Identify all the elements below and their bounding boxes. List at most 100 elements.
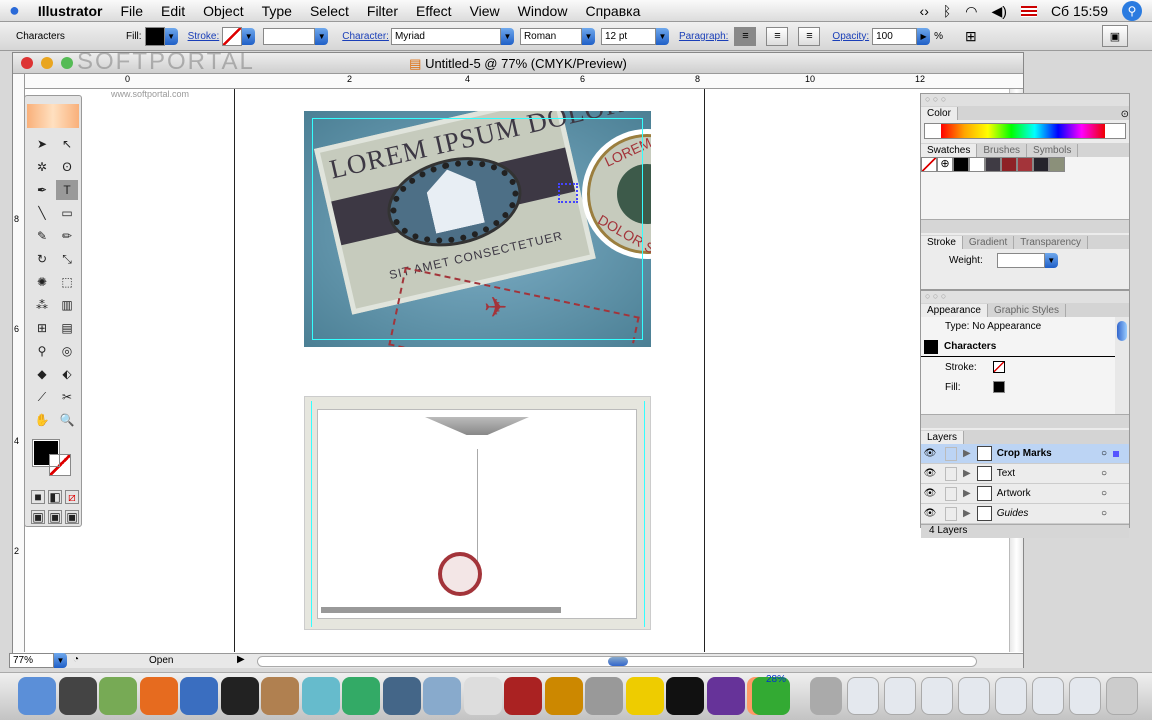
visibility-eye-icon[interactable]: 👁 — [921, 508, 939, 519]
dock-finder-icon[interactable] — [18, 677, 56, 715]
document-setup-button[interactable]: ▣ — [1102, 25, 1128, 47]
paragraph-label[interactable]: Paragraph: — [679, 31, 728, 42]
swatch[interactable] — [969, 157, 985, 172]
live-paint-tool-icon[interactable]: ◆ — [31, 364, 53, 384]
dock-dashboard-icon[interactable] — [58, 677, 97, 715]
tab-brushes[interactable]: Brushes — [977, 144, 1028, 157]
dock-media-icon[interactable] — [706, 677, 745, 715]
clock[interactable]: Сб 15:59 — [1051, 3, 1108, 19]
stroke-label[interactable]: Stroke: — [188, 31, 220, 42]
layer-row[interactable]: 👁 ▶ Artwork ○ — [921, 484, 1129, 504]
expand-triangle-icon[interactable]: ▶ — [963, 448, 971, 459]
appearance-stroke-row[interactable]: Stroke: — [921, 357, 1129, 377]
swatch-none[interactable] — [921, 157, 937, 172]
dock-terminal-icon[interactable] — [666, 677, 704, 715]
dock-apple-icon[interactable] — [585, 677, 623, 715]
lock-toggle[interactable] — [945, 446, 957, 461]
dock-ical-icon[interactable] — [463, 677, 502, 715]
layer-row[interactable]: 👁 ▶ Guides ○ — [921, 504, 1129, 524]
tab-graphic-styles[interactable]: Graphic Styles — [988, 304, 1066, 317]
dock-app-window-2-icon[interactable] — [884, 677, 916, 715]
close-button[interactable] — [21, 57, 33, 69]
dock-address-book-icon[interactable] — [261, 677, 299, 715]
menu-help[interactable]: Справка — [576, 3, 649, 19]
swatch[interactable] — [985, 157, 1001, 172]
color-spectrum[interactable] — [924, 123, 1126, 139]
dock-app-window-7-icon[interactable] — [1069, 677, 1101, 715]
layer-row[interactable]: 👁 ▶ Text ○ — [921, 464, 1129, 484]
tab-stroke[interactable]: Stroke — [921, 236, 963, 249]
scale-tool-icon[interactable]: ⤡ — [56, 249, 78, 269]
line-tool-icon[interactable]: ╲ — [31, 203, 53, 223]
status-icon[interactable]: ◔ — [73, 654, 79, 665]
tab-gradient[interactable]: Gradient — [963, 236, 1015, 249]
expand-triangle-icon[interactable]: ▶ — [963, 508, 971, 519]
dock-app-window-1-icon[interactable] — [847, 677, 879, 715]
opacity-input[interactable]: 100 — [872, 27, 918, 45]
character-label[interactable]: Character: — [342, 31, 389, 42]
menu-app[interactable]: Illustrator — [29, 3, 112, 19]
volume-icon[interactable]: ◀) — [992, 3, 1007, 20]
zoom-tool-icon[interactable]: 🔍 — [56, 410, 78, 430]
layer-row[interactable]: 👁 ▶ Crop Marks ○ — [921, 444, 1129, 464]
slice-tool-icon[interactable]: ⟋ — [31, 387, 53, 407]
stroke-weight-input[interactable] — [263, 27, 316, 45]
wifi-icon[interactable]: ◠ — [965, 3, 977, 20]
menu-object[interactable]: Object — [194, 3, 252, 19]
dock-app-window-3-icon[interactable] — [921, 677, 953, 715]
spotlight-icon[interactable]: ⚲ — [1122, 1, 1142, 21]
magic-wand-tool-icon[interactable]: ✲ — [31, 157, 53, 177]
align-left-button[interactable]: ≡ — [734, 26, 757, 46]
font-input[interactable]: Myriad — [390, 27, 501, 45]
artwork-back[interactable] — [304, 396, 651, 630]
font-style-dropdown[interactable]: ▼ — [581, 27, 595, 45]
screen-mode-full-menu-button[interactable]: ▣ — [48, 510, 62, 524]
dock-theater-icon[interactable] — [504, 677, 542, 715]
tab-layers[interactable]: Layers — [921, 431, 965, 444]
bluetooth-icon[interactable]: ᛒ — [943, 3, 951, 19]
tab-color[interactable]: Color — [921, 107, 958, 120]
document-title-bar[interactable]: SOFTPORTAL ▤ Untitled-5 @ 77% (CMYK/Prev… — [13, 50, 1023, 74]
mesh-tool-icon[interactable]: ⊞ — [31, 318, 53, 338]
expand-triangle-icon[interactable]: ▶ — [963, 488, 971, 499]
dock-preview-icon[interactable] — [544, 677, 583, 715]
status-arrow-icon[interactable]: ▶ — [237, 654, 245, 665]
swatch[interactable] — [1001, 157, 1017, 172]
zoom-dropdown[interactable]: ▼ — [54, 653, 67, 668]
dock-app-window-5-icon[interactable] — [995, 677, 1027, 715]
tab-symbols[interactable]: Symbols — [1027, 144, 1079, 157]
selection-tool-icon[interactable]: ➤ — [31, 134, 53, 154]
tab-appearance[interactable]: Appearance — [921, 304, 988, 317]
align-right-button[interactable]: ≡ — [798, 26, 821, 46]
menu-effect[interactable]: Effect — [407, 3, 461, 19]
swatches-toolbar[interactable] — [921, 219, 1129, 233]
gradient-mode-button[interactable]: ◧ — [48, 490, 62, 504]
pencil-tool-icon[interactable]: ✏ — [56, 226, 78, 246]
symbol-sprayer-tool-icon[interactable]: ⁂ — [31, 295, 53, 315]
dock-idvd-icon[interactable] — [423, 677, 461, 715]
stroke-swatch[interactable] — [222, 26, 243, 46]
swatch[interactable] — [1049, 157, 1065, 172]
stroke-weight-dropdown[interactable]: ▼ — [315, 27, 329, 45]
transform-icon[interactable]: ⊞ — [965, 28, 977, 45]
warp-tool-icon[interactable]: ✺ — [31, 272, 53, 292]
dock-trash-icon[interactable] — [1106, 677, 1138, 715]
tab-transparency[interactable]: Transparency — [1014, 236, 1089, 249]
color-mode-button[interactable]: ■ — [31, 490, 45, 504]
screen-mode-full-button[interactable]: ▣ — [65, 510, 79, 524]
dock-thunderbird-icon[interactable] — [180, 677, 218, 715]
sync-icon[interactable]: ‹› — [920, 3, 929, 19]
hand-tool-icon[interactable]: ✋ — [31, 410, 53, 430]
swatch[interactable] — [953, 157, 969, 172]
dock-app-window-4-icon[interactable] — [958, 677, 990, 715]
fill-dropdown[interactable]: ▼ — [164, 27, 178, 45]
none-mode-button[interactable]: ⧄ — [65, 490, 79, 504]
panel-menu-icon[interactable]: ⊙ — [1121, 109, 1129, 120]
zoom-input[interactable]: 77% — [9, 653, 54, 668]
swatch[interactable] — [1017, 157, 1033, 172]
scissors-tool-icon[interactable]: ✂ — [56, 387, 78, 407]
horizontal-scrollbar[interactable] — [257, 656, 977, 667]
dock-iphoto-icon[interactable] — [342, 677, 380, 715]
target-circle-icon[interactable]: ○ — [1101, 448, 1107, 459]
font-dropdown[interactable]: ▼ — [500, 27, 514, 45]
